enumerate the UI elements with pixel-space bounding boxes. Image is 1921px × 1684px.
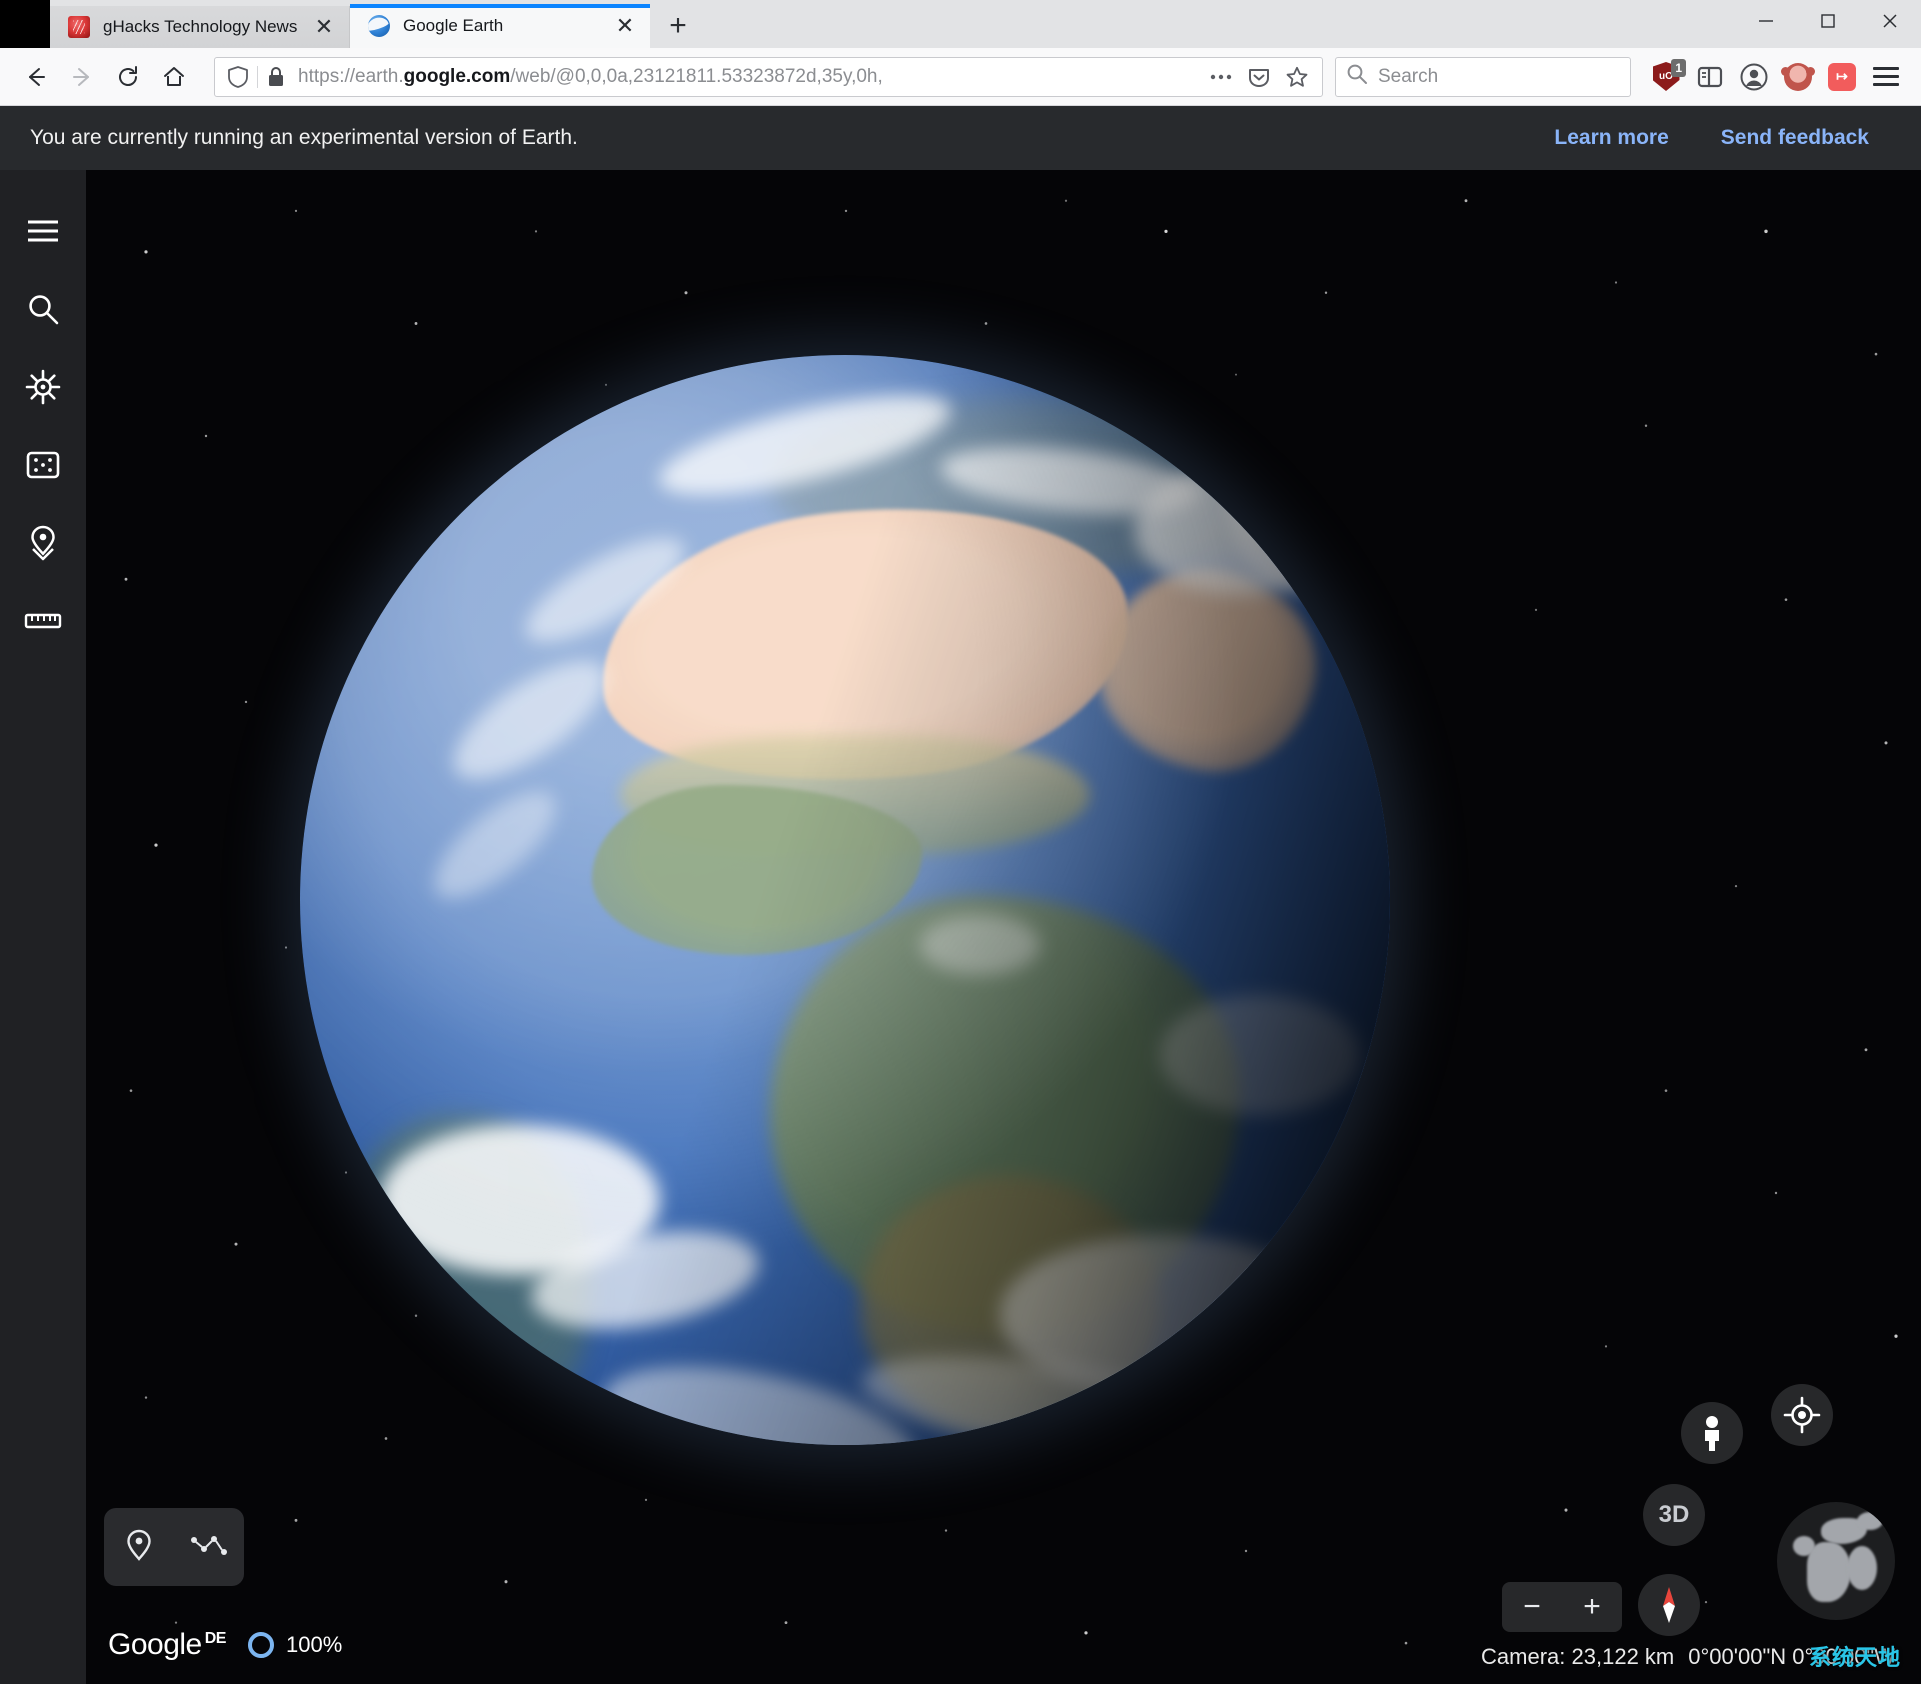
- earth-app-body: GoogleDE 100%: [0, 170, 1921, 1684]
- tabstrip-left-gap: [0, 0, 50, 48]
- toggle-3d-button[interactable]: 3D: [1643, 1484, 1705, 1546]
- minimap-landmass: [1807, 1542, 1851, 1602]
- browser-tab-google-earth[interactable]: Google Earth ✕: [350, 4, 650, 48]
- minimize-button[interactable]: [1735, 0, 1797, 42]
- zoom-out-button[interactable]: −: [1502, 1582, 1562, 1632]
- ghacks-favicon: [68, 16, 90, 38]
- browser-window: gHacks Technology News ✕ Google Earth ✕ …: [0, 0, 1921, 1684]
- tab-title: Google Earth: [403, 16, 608, 36]
- home-button[interactable]: [152, 55, 196, 99]
- my-location-button[interactable]: [1771, 1384, 1833, 1446]
- new-tab-button[interactable]: +: [656, 4, 700, 48]
- bookmark-star-icon[interactable]: [1280, 60, 1314, 94]
- camera-label: Camera:: [1481, 1644, 1565, 1669]
- loading-percent: 100%: [286, 1632, 342, 1658]
- send-feedback-link[interactable]: Send feedback: [1721, 126, 1869, 150]
- url-text[interactable]: https://earth.google.com/web/@0,0,0a,231…: [292, 66, 1204, 88]
- tampermonkey-icon[interactable]: [1777, 56, 1819, 98]
- screenshot-watermark: 系统天地: [1809, 1640, 1901, 1672]
- account-icon[interactable]: [1733, 56, 1775, 98]
- close-window-button[interactable]: [1859, 0, 1921, 42]
- sidebar-item-feeling-lucky[interactable]: [0, 426, 86, 504]
- loading-ring: [248, 1632, 274, 1658]
- hamburger-menu-icon[interactable]: [1865, 56, 1907, 98]
- sidebar-toggle-icon[interactable]: [1689, 56, 1731, 98]
- learn-more-link[interactable]: Learn more: [1554, 126, 1668, 150]
- minimap-landmass: [1847, 1546, 1877, 1590]
- forward-button[interactable]: [60, 55, 104, 99]
- navigation-toolbar: https://earth.google.com/web/@0,0,0a,231…: [0, 48, 1921, 106]
- earth-left-rail: [0, 170, 86, 1684]
- ublock-badge-count: 1: [1671, 59, 1686, 77]
- globe-minimap[interactable]: [1777, 1502, 1895, 1620]
- tab-close-button[interactable]: ✕: [307, 10, 341, 44]
- tab-strip: gHacks Technology News ✕ Google Earth ✕ …: [0, 0, 1921, 48]
- url-bar[interactable]: https://earth.google.com/web/@0,0,0a,231…: [214, 57, 1323, 97]
- search-bar[interactable]: Search: [1335, 57, 1631, 97]
- save-to-pocket-icon[interactable]: [1242, 60, 1276, 94]
- globe-terminator-shading: [300, 355, 1390, 1445]
- monkey-glyph: [1784, 63, 1812, 91]
- window-controls: [1735, 0, 1921, 42]
- compass-button[interactable]: [1638, 1574, 1700, 1636]
- tracking-protection-shield-icon[interactable]: [221, 65, 255, 89]
- place-marker-button[interactable]: [113, 1521, 165, 1573]
- sidebar-item-my-places[interactable]: [0, 504, 86, 582]
- reload-button[interactable]: [106, 55, 150, 99]
- map-controls: 3D − +: [1475, 1384, 1895, 1684]
- sidebar-item-menu[interactable]: [0, 192, 86, 270]
- url-separator: [257, 66, 258, 88]
- camera-altitude: 23,122 km: [1572, 1644, 1675, 1669]
- padlock-icon[interactable]: [260, 66, 292, 88]
- sidebar-item-measure[interactable]: [0, 582, 86, 660]
- ublock-origin-icon[interactable]: uO 1: [1645, 56, 1687, 98]
- maximize-button[interactable]: [1797, 0, 1859, 42]
- zoom-controls: − +: [1502, 1582, 1622, 1632]
- region-code: DE: [205, 1630, 226, 1647]
- search-input-placeholder[interactable]: Search: [1378, 66, 1438, 88]
- page-actions-ellipsis-icon[interactable]: [1204, 60, 1238, 94]
- street-view-pegman-button[interactable]: [1681, 1402, 1743, 1464]
- earth-3d-canvas[interactable]: GoogleDE 100%: [86, 170, 1921, 1684]
- tab-close-button[interactable]: ✕: [608, 9, 642, 43]
- minimap-landmass: [1793, 1536, 1815, 1556]
- browser-tab-ghacks[interactable]: gHacks Technology News ✕: [50, 6, 350, 48]
- sidebar-item-voyager[interactable]: [0, 348, 86, 426]
- menu-lines: [1873, 67, 1899, 86]
- back-button[interactable]: [14, 55, 58, 99]
- search-icon: [1346, 63, 1368, 90]
- zoom-in-button[interactable]: +: [1562, 1582, 1622, 1632]
- tab-title: gHacks Technology News: [103, 17, 307, 37]
- earth-globe[interactable]: [300, 355, 1390, 1445]
- google-logo: GoogleDE: [108, 1628, 226, 1662]
- google-earth-favicon: [368, 15, 390, 37]
- path-measure-button[interactable]: [183, 1521, 235, 1573]
- sidebar-item-search[interactable]: [0, 270, 86, 348]
- loading-indicator: 100%: [248, 1632, 342, 1658]
- notice-message: You are currently running an experimenta…: [30, 126, 1554, 150]
- red-extension-glyph: ↦: [1828, 63, 1856, 91]
- map-tools-panel: [104, 1508, 244, 1586]
- red-extension-icon[interactable]: ↦: [1821, 56, 1863, 98]
- attribution-footer: GoogleDE 100%: [108, 1628, 342, 1662]
- extensions-toolbar: uO 1 ↦: [1645, 56, 1907, 98]
- experimental-notice-bar: You are currently running an experimenta…: [0, 106, 1921, 170]
- notice-actions: Learn more Send feedback: [1554, 126, 1893, 150]
- minimap-landmass: [1857, 1512, 1883, 1530]
- url-actions: [1204, 60, 1316, 94]
